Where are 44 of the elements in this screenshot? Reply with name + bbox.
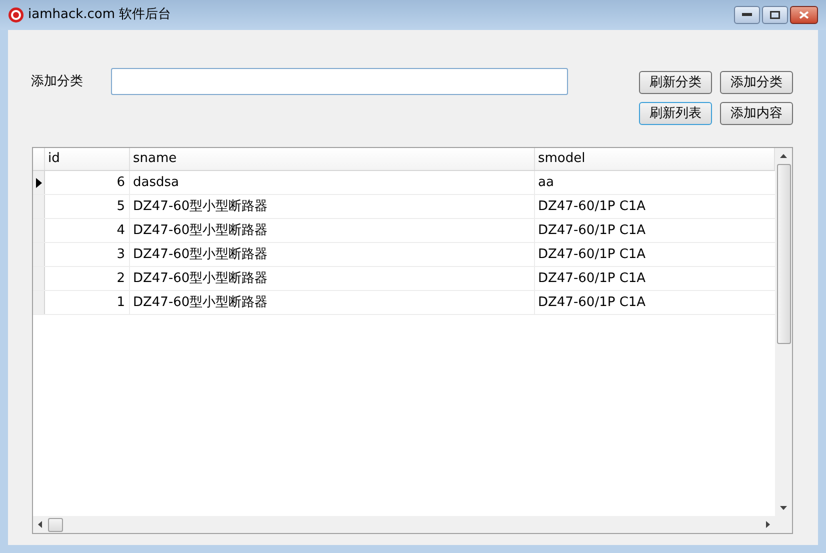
column-header[interactable]: id <box>45 148 130 170</box>
table-cell-text: DZ47-60/1P C1A <box>537 198 647 216</box>
table-cell-text: DZ47-60/1P C1A <box>537 246 647 264</box>
action-button[interactable]: 刷新分类 <box>639 71 712 94</box>
close-button[interactable] <box>790 6 818 24</box>
table-cell: 4 <box>45 219 130 242</box>
table-cell: 2 <box>45 267 130 290</box>
table-cell: DZ47-60型小型断路器 <box>130 267 535 290</box>
column-header[interactable]: sname <box>130 148 535 170</box>
action-button[interactable]: 添加内容 <box>720 102 793 125</box>
app-logo-icon <box>8 7 24 23</box>
row-header[interactable] <box>33 171 45 194</box>
table-cell-text: DZ47-60/1P C1A <box>537 222 647 240</box>
table-cell: DZ47-60型小型断路器 <box>130 219 535 242</box>
vertical-scrollbar[interactable] <box>775 148 792 516</box>
close-icon <box>799 11 809 19</box>
table-cell: 5 <box>45 195 130 218</box>
table-cell: DZ47-60型小型断路器 <box>130 195 535 218</box>
action-button[interactable]: 刷新列表 <box>639 102 712 125</box>
table-cell: 1 <box>45 291 130 314</box>
scroll-thumb[interactable] <box>48 518 63 532</box>
window-title: iamhack.com 软件后台 <box>28 6 172 24</box>
table-cell: dasdsa <box>130 171 535 194</box>
table-cell: 3 <box>45 243 130 266</box>
action-button[interactable]: 添加分类 <box>720 71 793 94</box>
maximize-button[interactable] <box>762 6 788 24</box>
table-cell: DZ47-60型小型断路器 <box>130 291 535 314</box>
scroll-right-icon <box>766 521 770 528</box>
table-cell: 6 <box>45 171 130 194</box>
scroll-down-icon <box>780 506 787 510</box>
maximize-icon <box>770 11 780 19</box>
scroll-up-icon <box>780 154 787 158</box>
table-cell-text: DZ47-60/1P C1A <box>537 270 647 288</box>
scroll-left-icon <box>38 521 42 528</box>
scroll-thumb[interactable] <box>776 164 790 344</box>
minimize-button[interactable] <box>734 6 760 24</box>
field-label: 添加分类 <box>31 73 84 91</box>
category-input[interactable] <box>111 68 568 95</box>
table-cell-text: DZ47-60/1P C1A <box>537 294 647 312</box>
table-cell: DZ47-60型小型断路器 <box>130 243 535 266</box>
table-cell-text: aa <box>537 174 555 192</box>
horizontal-scrollbar[interactable] <box>33 516 775 533</box>
current-row-icon <box>36 178 42 188</box>
minimize-icon <box>742 13 752 17</box>
